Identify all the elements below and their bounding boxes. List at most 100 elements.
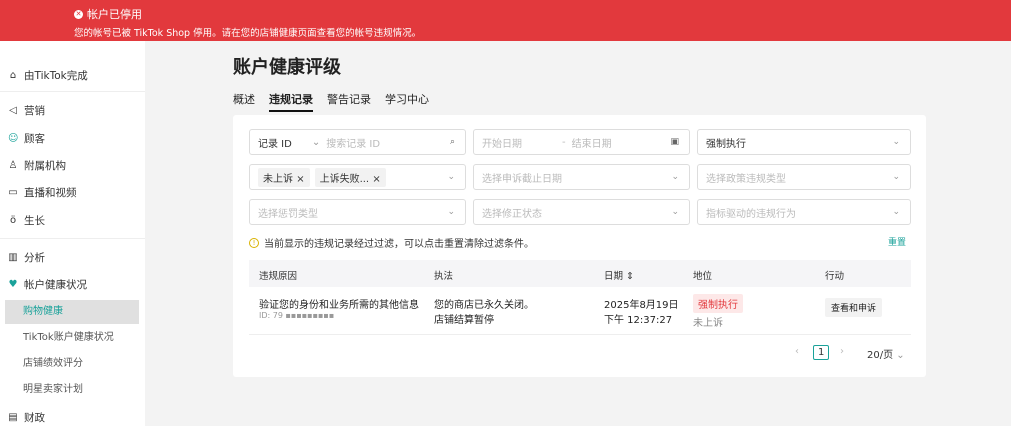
chevron-down-icon: ⌄ <box>671 207 679 217</box>
placeholder: 选择修正状态 <box>482 208 542 220</box>
status-badge: 强制执行 <box>693 294 743 313</box>
sidebar: ⌂ 由TikTok完成 ◁ 营销 ☺ 顾客 ♙ 附属机构 ▭ 直播和视频 ö 生长 ▥ 分析 … <box>0 41 145 426</box>
policy-type-select[interactable]: 选择政策违规类型 ⌄ <box>697 164 911 190</box>
date: 2025年8月19日 <box>604 300 679 311</box>
affiliate-icon: ♙ <box>8 160 18 171</box>
finance-icon: ▤ <box>8 412 18 423</box>
col-status: 地位 <box>693 271 713 282</box>
notice-text: 当前显示的违规记录经过过滤，可以点击重置清除过滤条件。 <box>264 239 534 250</box>
search-icon: ⌕ <box>449 137 455 147</box>
fix-status-select[interactable]: 选择修正状态 ⌄ <box>473 199 690 225</box>
banner-title: 帐户已停用 <box>87 8 142 21</box>
reset-link[interactable]: 重置 <box>888 235 906 248</box>
label: 分析 <box>24 252 45 264</box>
tag-label: 上诉失败... <box>319 173 370 185</box>
label: 日期 <box>604 271 624 282</box>
divider <box>0 238 145 239</box>
appeal-status-select[interactable]: 未上诉 × 上诉失败... × ⌄ <box>249 164 466 190</box>
col-date[interactable]: 日期 ⇕ <box>604 268 634 282</box>
tab-learning[interactable]: 学习中心 <box>385 91 429 112</box>
remove-icon[interactable]: × <box>296 174 304 185</box>
page-title: 账户健康评级 <box>233 57 341 78</box>
sidebar-item-customers[interactable]: ☺ 顾客 <box>8 131 45 146</box>
page-1-button[interactable]: 1 <box>813 345 830 360</box>
sidebar-item-account-health[interactable]: ♥ 帐户健康状况 <box>8 277 87 292</box>
divider <box>0 91 145 92</box>
record-id: ID: 79 ▪▪▪▪▪▪▪▪▪ <box>259 311 335 320</box>
label: 20/页 <box>867 350 894 361</box>
penalty-type-select[interactable]: 选择惩罚类型 ⌄ <box>249 199 466 225</box>
chevron-down-icon: ⌄ <box>447 172 455 182</box>
appeal-deadline-select[interactable]: 选择申诉截止日期 ⌄ <box>473 164 690 190</box>
calendar-icon: ▣ <box>670 137 679 147</box>
sidebar-item-marketing[interactable]: ◁ 营销 <box>8 103 45 118</box>
start-date[interactable]: 开始日期 <box>482 135 522 150</box>
date-range[interactable]: 开始日期 - 结束日期 ▣ <box>473 129 690 155</box>
enforcement-1: 您的商店已永久关闭。 <box>434 300 534 311</box>
health-icon: ♥ <box>8 279 18 290</box>
view-appeal-button[interactable]: 查看和申诉 <box>825 298 883 317</box>
record-search[interactable]: 记录 ID ⌄ 搜索记录 ID ⌕ <box>249 129 466 155</box>
label: 附属机构 <box>24 160 66 172</box>
table-header: 违规原因 执法 日期 ⇕ 地位 行动 <box>249 260 911 287</box>
sidebar-item-analytics[interactable]: ▥ 分析 <box>8 250 45 265</box>
record-type-select[interactable]: 记录 ID <box>258 135 292 150</box>
filter-notice: ! 当前显示的违规记录经过过滤，可以点击重置清除过滤条件。 <box>249 235 534 250</box>
col-enforcement: 执法 <box>434 271 454 282</box>
sidebar-sub-tiktok-health[interactable]: TikTok账户健康状况 <box>5 326 139 350</box>
video-icon: ▭ <box>8 187 18 198</box>
value: 强制执行 <box>706 138 746 150</box>
sidebar-item-live-video[interactable]: ▭ 直播和视频 <box>8 185 77 200</box>
banner-desc: 您的帐号已被 TikTok Shop 停用。请在您的店铺健康页面查看您的帐号违规… <box>74 28 422 39</box>
search-input[interactable]: 搜索记录 ID <box>326 135 380 150</box>
tab-violations[interactable]: 违规记录 <box>269 91 313 112</box>
placeholder: 指标驱动的违规行为 <box>706 208 796 220</box>
customers-icon: ☺ <box>8 133 19 144</box>
chevron-down-icon: ⌄ <box>892 207 900 217</box>
page-size-select[interactable]: 20/页 ⌄ <box>867 346 905 361</box>
sidebar-item-fulfilled[interactable]: ⌂ 由TikTok完成 <box>8 68 88 83</box>
chevron-down-icon: ⌄ <box>892 172 900 182</box>
growth-icon: ö <box>9 215 17 226</box>
info-icon: ! <box>249 237 259 248</box>
tab-warnings[interactable]: 警告记录 <box>327 91 371 112</box>
time: 下午 12:37:27 <box>604 315 673 326</box>
label: 顾客 <box>24 133 45 145</box>
chevron-down-icon: ⌄ <box>892 137 900 147</box>
appeal-status: 未上诉 <box>693 318 723 329</box>
label: 直播和视频 <box>24 187 77 199</box>
label: 财政 <box>24 412 45 424</box>
sidebar-item-finance[interactable]: ▤ 财政 <box>8 410 45 425</box>
reason: 验证您的身份和业务所需的其他信息 <box>259 300 419 311</box>
end-date[interactable]: 结束日期 <box>572 135 612 150</box>
table-row: 验证您的身份和业务所需的其他信息 ID: 79 ▪▪▪▪▪▪▪▪▪ 您的商店已永… <box>249 287 911 335</box>
label: 帐户健康状况 <box>24 279 87 291</box>
megaphone-icon: ◁ <box>9 105 17 116</box>
enforcement-select[interactable]: 强制执行 ⌄ <box>697 129 911 155</box>
enforcement-2: 店铺结算暂停 <box>434 315 494 326</box>
col-action: 行动 <box>825 271 845 282</box>
date-separator: - <box>562 136 566 148</box>
chevron-down-icon: ⌄ <box>671 172 679 182</box>
sidebar-sub-star-seller[interactable]: 明星卖家计划 <box>5 378 139 402</box>
label: 生长 <box>24 215 45 227</box>
account-suspended-banner: ✕ 帐户已停用 您的帐号已被 TikTok Shop 停用。请在您的店铺健康页面查… <box>0 0 1011 41</box>
remove-icon[interactable]: × <box>372 174 380 185</box>
sidebar-item-affiliate[interactable]: ♙ 附属机构 <box>8 158 66 173</box>
tab-overview[interactable]: 概述 <box>233 91 255 112</box>
placeholder: 选择政策违规类型 <box>706 173 786 185</box>
error-icon: ✕ <box>74 9 83 19</box>
chevron-down-icon: ⌄ <box>311 136 321 148</box>
tag-label: 未上诉 <box>263 173 293 185</box>
chevron-down-icon: ⌄ <box>447 207 455 217</box>
prev-page-button[interactable]: ‹ <box>795 346 799 357</box>
sort-icon[interactable]: ⇕ <box>626 271 634 282</box>
warehouse-icon: ⌂ <box>9 70 17 81</box>
sidebar-sub-shopping-health[interactable]: 购物健康 <box>5 300 139 324</box>
sidebar-item-growth[interactable]: ö 生长 <box>8 213 45 228</box>
metric-violation-select[interactable]: 指标驱动的违规行为 ⌄ <box>697 199 911 225</box>
next-page-button[interactable]: › <box>840 346 844 357</box>
sidebar-sub-shop-score[interactable]: 店铺绩效评分 <box>5 352 139 376</box>
col-reason: 违规原因 <box>259 271 298 282</box>
tag: 上诉失败... × <box>314 167 386 187</box>
